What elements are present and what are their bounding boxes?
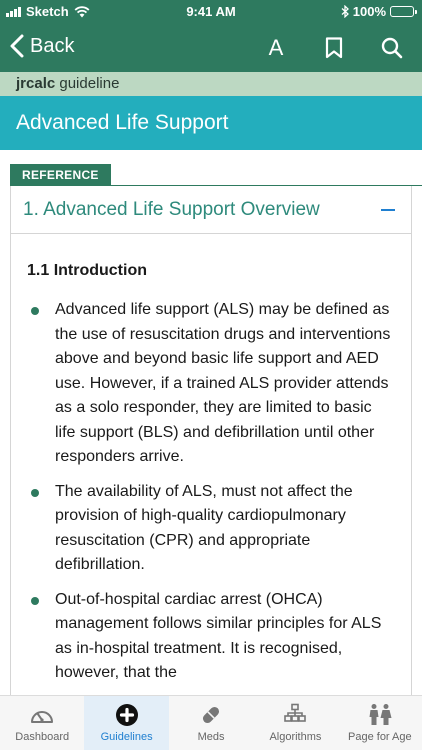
page-title: Advanced Life Support	[16, 111, 229, 134]
search-icon	[381, 37, 403, 59]
tab-label: Meds	[197, 731, 225, 743]
status-bar: Sketch 9:41 AM 100%	[0, 0, 422, 24]
search-button[interactable]	[378, 33, 406, 63]
list-item: Advanced life support (ALS) may be defin…	[27, 298, 395, 470]
back-label: Back	[30, 34, 75, 57]
tab-label: Algorithms	[269, 731, 322, 743]
section-subheading: 1.1 Introduction	[27, 262, 147, 279]
tab-bar: Dashboard Guidelines Meds Algorithms Pag…	[0, 695, 422, 750]
brand-strip: jrcalc guideline	[0, 72, 422, 96]
bluetooth-icon	[341, 5, 349, 18]
reference-tag: REFERENCE	[10, 164, 111, 186]
list-item-text: The availability of ALS, must not affect…	[55, 482, 353, 574]
bookmark-icon	[325, 37, 343, 59]
tab-meds[interactable]: Meds	[169, 696, 253, 750]
tab-label: Dashboard	[15, 731, 70, 743]
nav-actions: A	[262, 33, 406, 63]
section-header[interactable]: 1. Advanced Life Support Overview	[10, 186, 412, 234]
section-body: 1.1 Introduction Advanced life support (…	[10, 234, 412, 695]
chevron-left-icon	[10, 34, 24, 58]
brand-name-rest: guideline	[55, 75, 120, 92]
list-item-text: Advanced life support (ALS) may be defin…	[55, 301, 391, 465]
algorithms-icon	[284, 703, 307, 722]
list-item: Out-of-hospital cardiac arrest (OHCA) ma…	[27, 588, 395, 686]
back-button[interactable]: Back	[10, 34, 74, 58]
tab-guidelines[interactable]: Guidelines	[84, 696, 169, 750]
text-size-button[interactable]: A	[262, 33, 290, 63]
nav-bar: Back A	[0, 24, 422, 72]
brand-name-bold: jrcalc	[16, 75, 56, 92]
dashboard-icon	[31, 711, 54, 723]
battery-icon	[390, 6, 417, 17]
bookmark-button[interactable]	[320, 33, 348, 63]
tab-dashboard[interactable]: Dashboard	[0, 696, 84, 750]
list-item-text: Out-of-hospital cardiac arrest (OHCA) ma…	[55, 590, 382, 682]
bullet-icon	[31, 596, 39, 605]
page-for-age-icon	[369, 704, 392, 725]
text-size-icon: A	[268, 35, 284, 60]
list-item: The availability of ALS, must not affect…	[27, 480, 395, 578]
content-area[interactable]: REFERENCE 1. Advanced Life Support Overv…	[0, 150, 422, 695]
tab-algorithms[interactable]: Algorithms	[253, 696, 337, 750]
bullet-icon	[31, 488, 39, 497]
collapse-minus-icon[interactable]	[381, 209, 395, 211]
tab-label: Page for Age	[348, 731, 412, 743]
bullet-icon	[31, 307, 39, 315]
section-title: 1. Advanced Life Support Overview	[23, 198, 320, 220]
status-right: 100%	[341, 4, 417, 19]
page-title-bar: Advanced Life Support	[0, 96, 422, 150]
tab-page-for-age[interactable]: Page for Age	[338, 696, 422, 750]
meds-icon	[202, 706, 220, 724]
bullet-list: Advanced life support (ALS) may be defin…	[27, 298, 395, 686]
tab-label: Guidelines	[100, 731, 153, 743]
guidelines-icon	[115, 704, 138, 726]
battery-label: 100%	[352, 4, 386, 19]
